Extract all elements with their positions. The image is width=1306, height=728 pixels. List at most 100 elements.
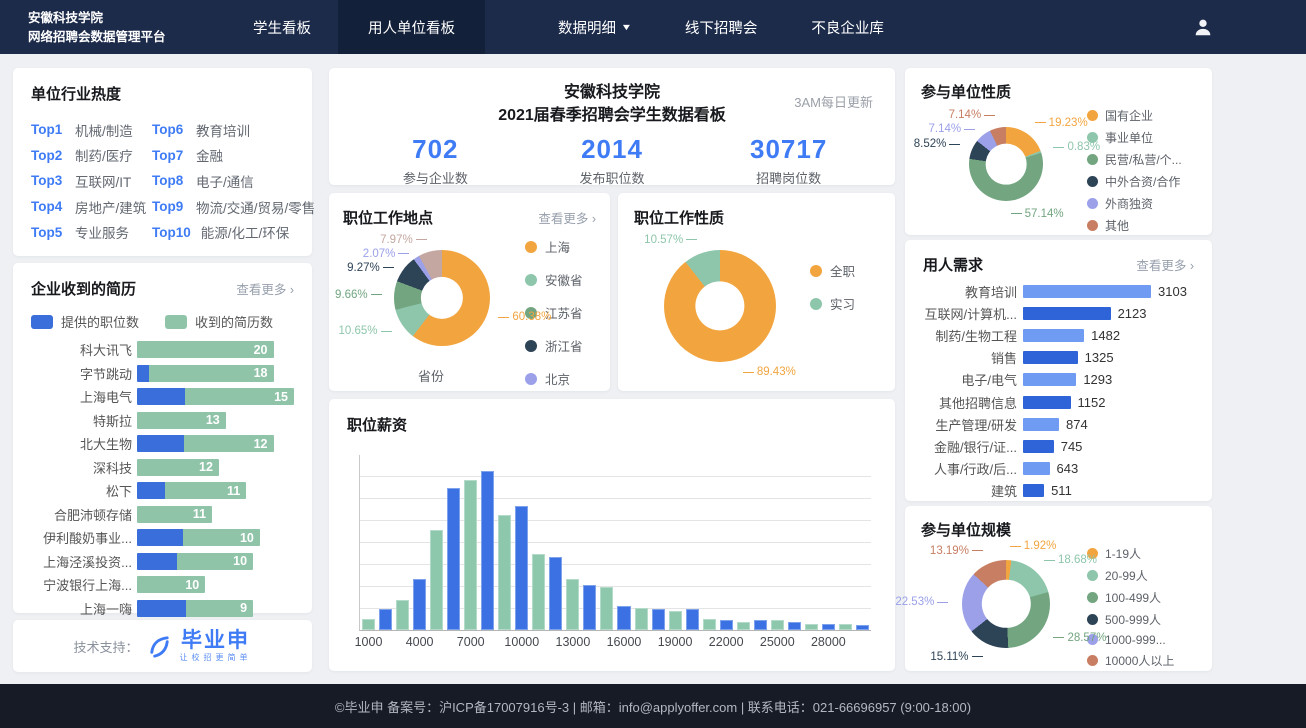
stat-jobs-label: 发布职位数: [524, 168, 701, 187]
label-leader-line: [1053, 637, 1064, 638]
pie-value-label: 7.14%: [929, 123, 976, 135]
job-location-more-link[interactable]: 查看更多 ›: [538, 208, 596, 227]
histogram-bar: [703, 619, 716, 630]
pie-percent-text: 7.14%: [929, 123, 962, 135]
stat-jobs: 2014 发布职位数: [524, 134, 701, 187]
pie-percent-text: 2.07%: [363, 248, 396, 260]
industry-rank: Top2: [31, 148, 65, 163]
legend-item[interactable]: 安徽省: [525, 270, 583, 289]
jobs-bar-segment: [137, 529, 183, 546]
chevron-down-icon: ▼: [621, 22, 633, 32]
pie-percent-text: 9.27%: [347, 262, 380, 274]
label-leader-line: [371, 294, 382, 295]
industry-heat-title: 单位行业热度: [31, 83, 121, 104]
histogram-slot: 13000: [566, 455, 579, 630]
demand-more-link[interactable]: 查看更多 ›: [1136, 255, 1194, 274]
legend-item[interactable]: 提供的职位数: [31, 312, 139, 331]
industry-label: 教育培训: [196, 120, 250, 140]
nav-item-student-board[interactable]: 学生看板: [226, 0, 338, 54]
pie-value-label: 9.27%: [347, 262, 394, 274]
histogram-slot: [635, 455, 648, 630]
industry-label: 机械/制造: [75, 120, 133, 140]
legend-item[interactable]: 上海: [525, 237, 583, 256]
legend-item[interactable]: 1-19人: [1087, 545, 1174, 562]
company-label: 科大讯飞: [31, 340, 137, 359]
jobs-bar-segment: [137, 553, 177, 570]
industry-rank: Top7: [152, 148, 186, 163]
resumes-bar-segment: 10: [183, 529, 260, 546]
x-axis-tick-label: 7000: [457, 635, 485, 649]
salary-title: 职位薪资: [347, 414, 407, 435]
org-size-legend: 1-19人20-99人100-499人500-999人1000-999...10…: [1087, 542, 1174, 671]
legend-dot: [1087, 614, 1098, 625]
stat-positions: 30717 招聘岗位数: [700, 134, 877, 187]
demand-category-label: 建筑: [923, 481, 1023, 500]
demand-category-label: 制药/生物工程: [923, 326, 1023, 345]
tech-support-prefix: 技术支持：: [73, 637, 138, 656]
demand-category-label: 生产管理/研发: [923, 415, 1023, 434]
legend-item[interactable]: 事业单位: [1087, 129, 1182, 146]
resumes-more-link[interactable]: 查看更多 ›: [236, 279, 294, 298]
job-type-card: 职位工作性质 10.57%89.43% 全职实习: [618, 193, 895, 391]
pie-percent-text: 15.11%: [930, 651, 968, 663]
legend-item[interactable]: 浙江省: [525, 336, 583, 355]
company-label: 伊利酸奶事业...: [31, 528, 137, 547]
pie-percent-text: 19.23%: [1049, 117, 1088, 129]
histogram-bar: [430, 530, 443, 630]
legend-item[interactable]: 北京: [525, 369, 583, 388]
label-leader-line: [381, 331, 392, 332]
histogram-slot: [703, 455, 716, 630]
histogram-slot: [788, 455, 801, 630]
summary-card: 安徽科技学院 2021届春季招聘会学生数据看板 3AM每日更新 702 参与企业…: [329, 68, 895, 185]
legend-dot: [1087, 592, 1098, 603]
demand-value: 874: [1066, 417, 1088, 432]
legend-item[interactable]: 全职: [810, 261, 855, 280]
legend-label: 中外合资/合作: [1105, 173, 1180, 190]
jobs-bar-segment: [137, 600, 186, 617]
nav-item-employer-board[interactable]: 用人单位看板: [338, 0, 485, 54]
legend-item[interactable]: 收到的简历数: [165, 312, 273, 331]
x-axis-tick-label: 19000: [658, 635, 693, 649]
legend-item[interactable]: 500-999人: [1087, 611, 1174, 628]
legend-item[interactable]: 国有企业: [1087, 107, 1182, 124]
nav-item-offline-fair[interactable]: 线下招聘会: [658, 0, 785, 54]
legend-item[interactable]: 中外合资/合作: [1087, 173, 1182, 190]
legend-item[interactable]: 100-499人: [1087, 589, 1174, 606]
org-size-donut-wrap: 13.19%22.53%15.11%1.92%18.68%28.57%: [921, 542, 1085, 666]
legend-dot: [1087, 110, 1098, 121]
demand-category-label: 电子/电气: [923, 370, 1023, 389]
legend-item[interactable]: 20-99人: [1087, 567, 1174, 584]
histogram-bar: [566, 579, 579, 630]
biyeshen-brand: 毕业申 让校招更简单: [180, 630, 252, 662]
legend-item[interactable]: 实习: [810, 294, 855, 313]
legend-item[interactable]: 其他: [1087, 217, 1182, 234]
industry-label: 制药/医疗: [75, 145, 133, 165]
histogram-slot: [379, 455, 392, 630]
resumes-bar-segment: 9: [186, 600, 254, 617]
histogram-slot: [856, 455, 869, 630]
stat-companies: 702 参与企业数: [347, 134, 524, 187]
industry-rank: Top8: [152, 173, 186, 188]
nav-item-bad-companies[interactable]: 不良企业库: [784, 0, 911, 54]
resume-bar-row: 上海泾溪投资...10: [31, 553, 294, 570]
resumes-bar-segment: 13: [137, 412, 226, 429]
resume-bar-row: 上海电气15: [31, 388, 294, 405]
histogram-bar: [379, 609, 392, 630]
x-axis-tick-label: 22000: [709, 635, 744, 649]
stacked-bar: 13: [137, 412, 226, 429]
histogram-slot: 25000: [771, 455, 784, 630]
resumes-bar-segment: 15: [185, 388, 294, 405]
x-axis-tick-label: 1000: [355, 635, 383, 649]
histogram-slot: 1000: [362, 455, 375, 630]
pie-value-label: 57.14%: [1011, 208, 1064, 220]
nav-item-data-detail[interactable]: 数据明细 ▼: [531, 0, 658, 54]
legend-label: 全职: [830, 261, 855, 280]
pie-value-label: 1.92%: [1010, 540, 1057, 552]
legend-item[interactable]: 10000人以上: [1087, 652, 1174, 669]
histogram-bar: [839, 624, 852, 630]
histogram-bar: [413, 579, 426, 630]
legend-item[interactable]: 外商独资: [1087, 195, 1182, 212]
legend-item[interactable]: 民营/私营/个...: [1087, 151, 1182, 168]
job-location-card: 职位工作地点 查看更多 › 7.97%2.07%9.27%9.66%10.65%…: [329, 193, 610, 391]
user-avatar-icon[interactable]: [1192, 0, 1214, 54]
